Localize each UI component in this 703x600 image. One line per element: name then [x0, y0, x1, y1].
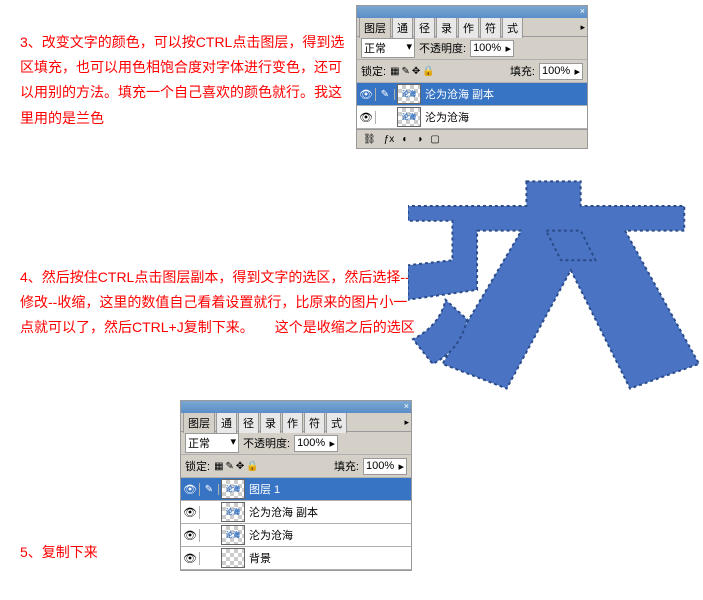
fx-icon[interactable]: ƒx	[384, 134, 395, 145]
lock-transparency-icon[interactable]: ▦	[214, 461, 223, 472]
fill-label: 填充:	[510, 63, 535, 79]
layer-row[interactable]: 👁 背景	[181, 547, 411, 570]
tab[interactable]: 式	[326, 412, 347, 433]
tab[interactable]: 作	[282, 412, 303, 433]
brush-icon: ✎	[376, 89, 395, 100]
layer-row[interactable]: 👁 沦海沦为沧海	[357, 106, 587, 129]
layer-thumb: 沦海	[221, 525, 245, 545]
close-icon[interactable]: ×	[580, 6, 585, 16]
mask-icon[interactable]: ◐	[402, 134, 408, 145]
layer-thumb: 沦海	[221, 502, 245, 522]
opacity-input[interactable]: 100%▸	[294, 435, 338, 452]
opacity-input[interactable]: 100%▸	[470, 40, 514, 57]
folder-icon[interactable]: ▢	[430, 134, 439, 145]
lock-label: 锁定:	[361, 63, 386, 79]
tab-layers[interactable]: 图层	[183, 412, 215, 433]
layer-row[interactable]: 👁✎沦海沦为沧海 副本	[357, 83, 587, 106]
adjust-icon[interactable]: ◑	[416, 134, 422, 145]
fill-input[interactable]: 100%▸	[363, 458, 407, 475]
text-effect-preview	[408, 170, 703, 390]
visibility-icon[interactable]: 👁	[181, 552, 200, 565]
layer-thumb: 沦海	[397, 84, 421, 104]
tab[interactable]: 式	[502, 17, 523, 38]
tab[interactable]: 录	[436, 17, 457, 38]
blend-mode-select[interactable]: 正常▾	[361, 38, 415, 58]
fill-label: 填充:	[334, 458, 359, 474]
fill-input[interactable]: 100%▸	[539, 63, 583, 80]
layers-panel-2: × 图层 通 径 录 作 符 式 ▸ 正常▾ 不透明度: 100%▸ 锁定: ▦…	[180, 400, 412, 571]
step5-text: 5、复制下来	[20, 540, 98, 565]
tab[interactable]: 径	[238, 412, 259, 433]
close-icon[interactable]: ×	[404, 401, 409, 411]
visibility-icon[interactable]: 👁	[357, 111, 376, 124]
blend-mode-row: 正常▾ 不透明度: 100%▸	[357, 37, 587, 60]
blend-mode-select[interactable]: 正常▾	[185, 433, 239, 453]
layer-thumb: 沦海	[397, 107, 421, 127]
brush-icon: ✎	[200, 484, 219, 495]
opacity-label: 不透明度:	[243, 435, 290, 451]
layers-panel-1: × 图层 通 径 录 作 符 式 ▸ 正常▾ 不透明度: 100%▸ 锁定: ▦…	[356, 5, 588, 149]
tab-layers[interactable]: 图层	[359, 17, 391, 38]
layer-thumb: 沦海	[221, 479, 245, 499]
layer-row[interactable]: 👁 沦海沦为沧海 副本	[181, 501, 411, 524]
panel-titlebar[interactable]: ×	[181, 401, 411, 413]
lock-all-icon[interactable]: 🔒	[422, 66, 434, 77]
tab[interactable]: 录	[260, 412, 281, 433]
opacity-label: 不透明度:	[419, 40, 466, 56]
lock-paint-icon[interactable]: ✎	[226, 461, 234, 472]
layer-name: 沦为沧海	[247, 527, 293, 543]
lock-label: 锁定:	[185, 458, 210, 474]
layer-name: 图层 1	[247, 481, 280, 497]
blend-mode-row: 正常▾ 不透明度: 100%▸	[181, 432, 411, 455]
lock-row: 锁定: ▦ ✎ ✥ 🔒 填充: 100%▸	[357, 60, 587, 83]
step4-text: 4、然后按住CTRL点击图层副本，得到文字的选区，然后选择--修改--收缩，这里…	[20, 265, 420, 341]
lock-paint-icon[interactable]: ✎	[402, 66, 410, 77]
panel-tabs: 图层 通 径 录 作 符 式 ▸	[181, 413, 411, 432]
tab[interactable]: 通	[392, 17, 413, 38]
visibility-icon[interactable]: 👁	[181, 506, 200, 519]
tab[interactable]: 通	[216, 412, 237, 433]
visibility-icon[interactable]: 👁	[181, 483, 200, 496]
panel-bottombar: ⛓ ƒx ◐ ◑ ▢	[357, 129, 587, 148]
layer-name: 沦为沧海 副本	[423, 86, 494, 102]
lock-move-icon[interactable]: ✥	[236, 461, 244, 472]
link-icon[interactable]: ⛓	[363, 134, 376, 145]
tab[interactable]: 径	[414, 17, 435, 38]
tab[interactable]: 符	[304, 412, 325, 433]
lock-transparency-icon[interactable]: ▦	[390, 66, 399, 77]
tab[interactable]: 符	[480, 17, 501, 38]
visibility-icon[interactable]: 👁	[181, 529, 200, 542]
panel-tabs: 图层 通 径 录 作 符 式 ▸	[357, 18, 587, 37]
layer-row[interactable]: 👁✎沦海图层 1	[181, 478, 411, 501]
lock-all-icon[interactable]: 🔒	[246, 461, 258, 472]
visibility-icon[interactable]: 👁	[357, 88, 376, 101]
step3-text: 3、改变文字的颜色，可以按CTRL点击图层，得到选区填充，也可以用色相饱合度对字…	[20, 30, 350, 131]
panel-titlebar[interactable]: ×	[357, 6, 587, 18]
lock-row: 锁定: ▦ ✎ ✥ 🔒 填充: 100%▸	[181, 455, 411, 478]
layer-name: 沦为沧海	[423, 109, 469, 125]
panel-menu-icon[interactable]: ▸	[580, 22, 585, 33]
layer-row[interactable]: 👁 沦海沦为沧海	[181, 524, 411, 547]
tab[interactable]: 作	[458, 17, 479, 38]
layer-thumb	[221, 548, 245, 568]
lock-move-icon[interactable]: ✥	[412, 66, 420, 77]
layer-name: 背景	[247, 550, 271, 566]
panel-menu-icon[interactable]: ▸	[404, 417, 409, 428]
layer-name: 沦为沧海 副本	[247, 504, 318, 520]
